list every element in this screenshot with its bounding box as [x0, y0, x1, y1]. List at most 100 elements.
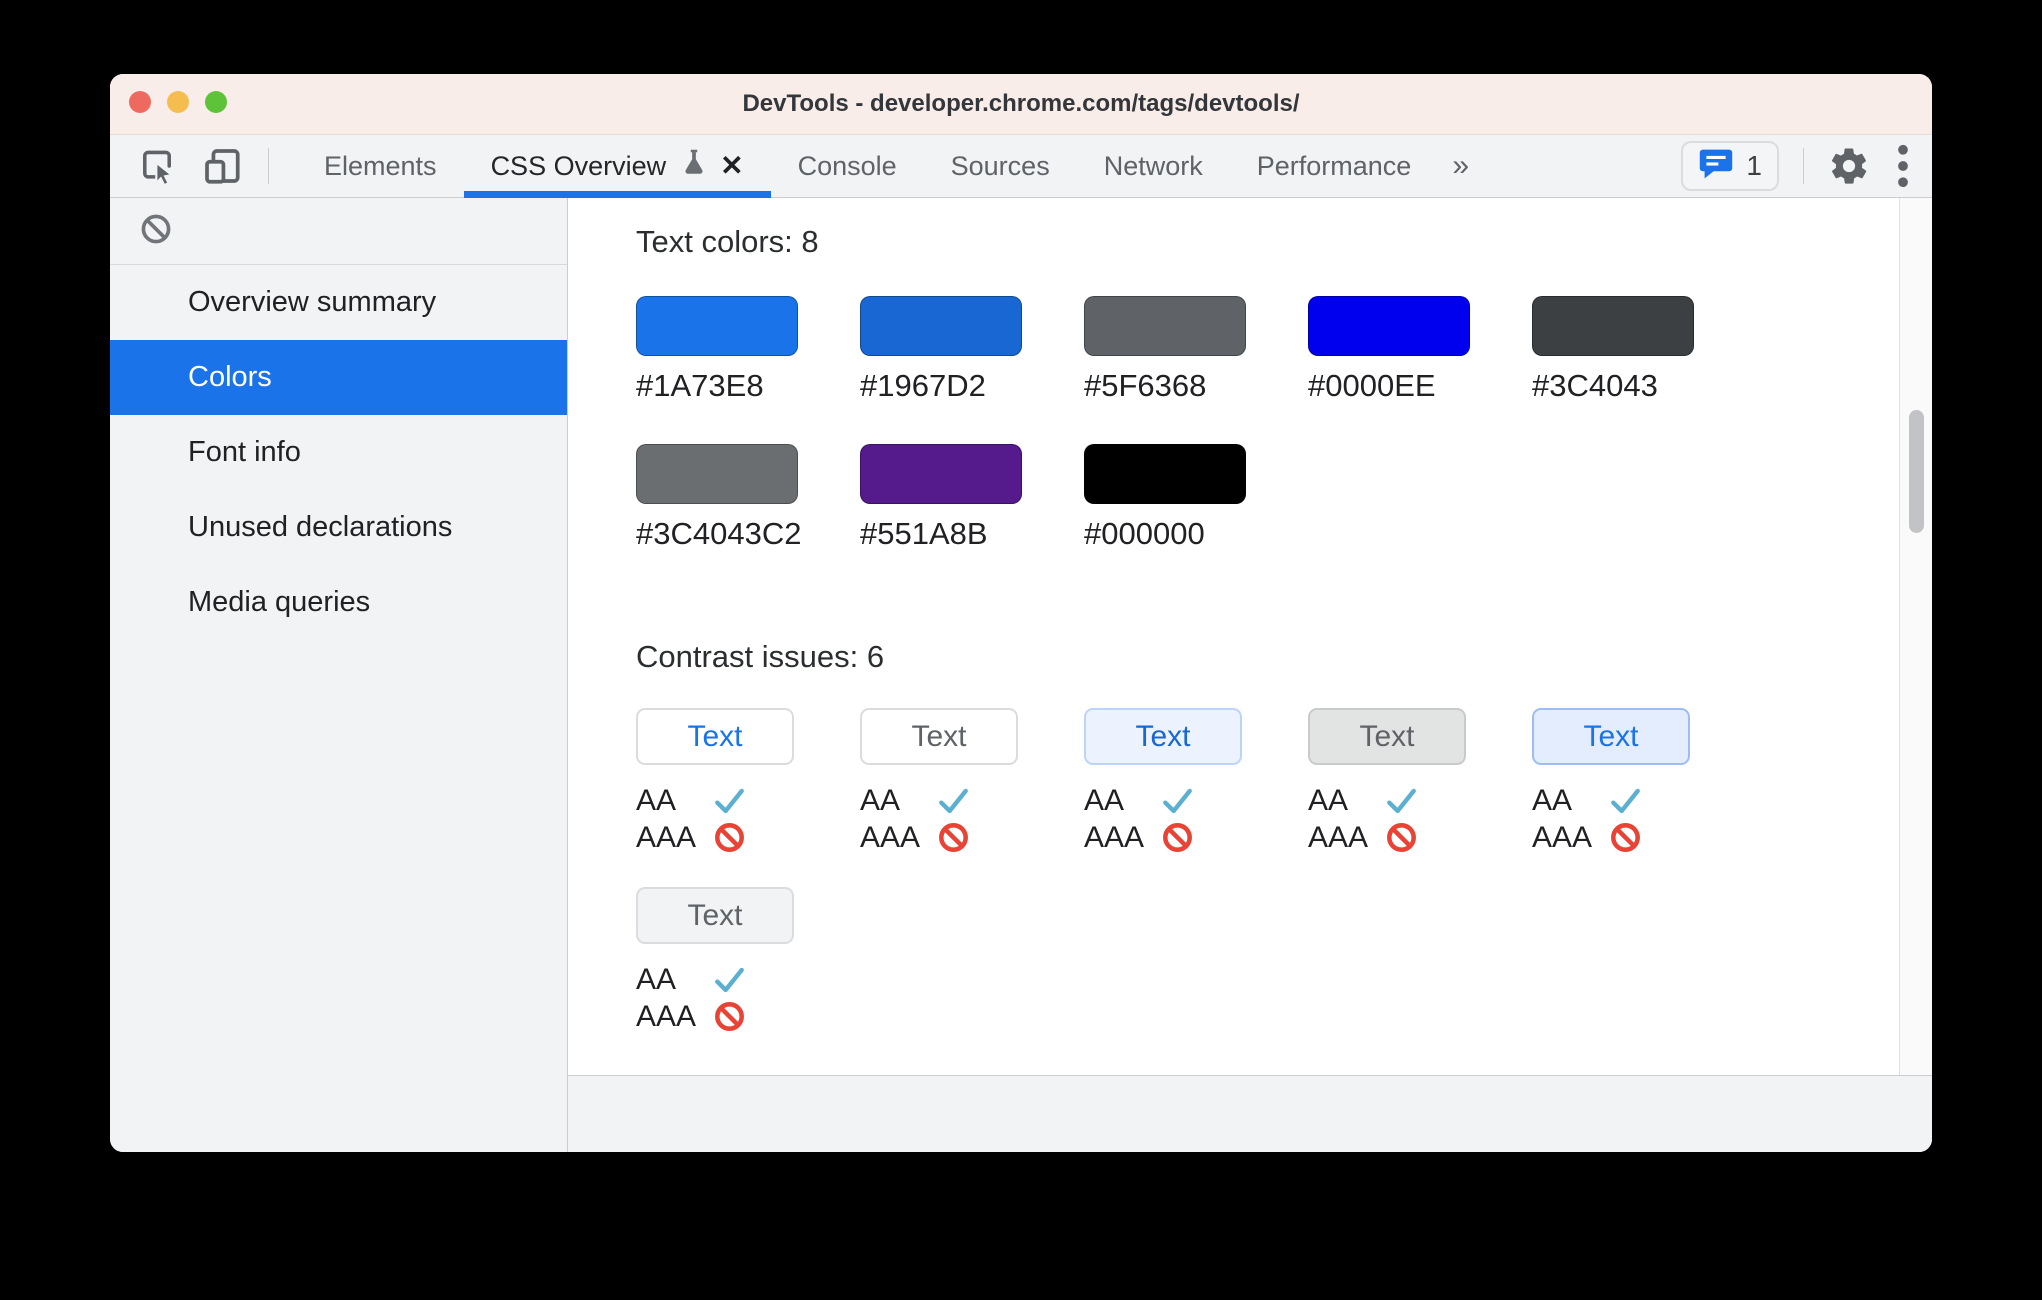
contrast-sample-button[interactable]: Text — [860, 708, 1018, 765]
tab-label: Sources — [950, 150, 1050, 181]
text-colors-heading: Text colors: 8 — [636, 224, 819, 259]
sample-text: Text — [1359, 719, 1415, 753]
contrast-sample-button[interactable]: Text — [1308, 708, 1466, 765]
color-hex-label: #3C4043C2 — [636, 516, 802, 551]
inspect-element-icon[interactable] — [138, 147, 176, 185]
aaa-label: AAA — [1532, 820, 1593, 854]
contrast-sample: Text AA AAA — [1084, 708, 1246, 856]
color-swatch-cell: #551A8B — [860, 444, 1022, 552]
aaa-fail-no-entry-icon — [714, 822, 745, 853]
aa-label: AA — [1084, 783, 1125, 817]
tab-label: Elements — [324, 150, 437, 181]
aa-label: AA — [636, 962, 677, 996]
kebab-menu-icon[interactable] — [1896, 143, 1910, 189]
minimize-window-button[interactable] — [167, 91, 189, 113]
aaa-fail-no-entry-icon — [1610, 822, 1641, 853]
close-tab-icon[interactable]: ✕ — [720, 152, 743, 180]
color-swatch-cell: #5F6368 — [1084, 296, 1246, 404]
settings-gear-icon[interactable] — [1828, 145, 1870, 187]
vertical-scrollbar[interactable] — [1899, 198, 1932, 1075]
tab-console[interactable]: Console — [771, 135, 924, 198]
color-swatch[interactable] — [1532, 296, 1694, 356]
contrast-sample: Text AA AAA — [1532, 708, 1694, 856]
tab-label: CSS Overview — [490, 150, 667, 181]
aa-pass-check-icon — [1162, 787, 1193, 815]
tab-css-overview[interactable]: CSS Overview ✕ — [463, 135, 771, 198]
close-window-button[interactable] — [129, 91, 151, 113]
contrast-sample-button[interactable]: Text — [636, 887, 794, 944]
contrast-sample: Text AA AAA — [636, 887, 798, 1035]
contrast-sample-button[interactable]: Text — [636, 708, 794, 765]
issues-counter-button[interactable]: 1 — [1681, 141, 1779, 191]
aaa-fail-no-entry-icon — [1162, 822, 1193, 853]
color-hex-label: #0000EE — [1308, 368, 1436, 403]
sample-text: Text — [687, 898, 743, 932]
color-swatch-cell: #3C4043 — [1532, 296, 1694, 404]
contrast-issues-heading: Contrast issues: 6 — [636, 639, 885, 674]
tab-elements[interactable]: Elements — [297, 135, 464, 198]
sample-text: Text — [911, 719, 967, 753]
color-swatch[interactable] — [860, 444, 1022, 504]
aa-label: AA — [1532, 783, 1573, 817]
titlebar: DevTools - developer.chrome.com/tags/dev… — [110, 74, 1932, 135]
tab-label: Network — [1103, 150, 1203, 181]
tab-sources[interactable]: Sources — [924, 135, 1077, 198]
tab-performance[interactable]: Performance — [1230, 135, 1439, 198]
sidebar-toolbar — [110, 198, 567, 265]
more-tabs-icon[interactable]: » — [1438, 149, 1483, 183]
sample-text: Text — [1583, 719, 1639, 753]
color-swatch[interactable] — [1084, 296, 1246, 356]
color-hex-label: #3C4043 — [1532, 368, 1658, 403]
toolbar-divider — [268, 148, 269, 184]
sidebar-item-font-info[interactable]: Font info — [110, 415, 567, 490]
sample-text: Text — [1135, 719, 1191, 753]
zoom-window-button[interactable] — [205, 91, 227, 113]
sidebar-nav: Overview summary Colors Font info Unused… — [110, 265, 567, 640]
device-toolbar-icon[interactable] — [202, 146, 242, 186]
color-swatch[interactable] — [1308, 296, 1470, 356]
color-hex-label: #1967D2 — [860, 368, 986, 403]
aa-label: AA — [1308, 783, 1349, 817]
color-swatch-cell: #3C4043C2 — [636, 444, 802, 552]
colors-panel: Text colors: 8 #1A73E8 #1967D2 #5F6368 #… — [568, 198, 1899, 1075]
color-swatch[interactable] — [860, 296, 1022, 356]
sidebar-item-media-queries[interactable]: Media queries — [110, 565, 567, 640]
color-hex-label: #000000 — [1084, 516, 1205, 551]
color-swatch[interactable] — [1084, 444, 1246, 504]
aa-pass-check-icon — [1610, 787, 1641, 815]
contrast-sample-button[interactable]: Text — [1084, 708, 1242, 765]
aa-label: AA — [636, 783, 677, 817]
aaa-label: AAA — [1308, 820, 1369, 854]
color-hex-label: #551A8B — [860, 516, 988, 551]
aa-label: AA — [860, 783, 901, 817]
window-title: DevTools - developer.chrome.com/tags/dev… — [742, 90, 1300, 117]
aaa-label: AAA — [860, 820, 921, 854]
sidebar-item-colors[interactable]: Colors — [110, 340, 567, 415]
traffic-lights — [129, 91, 227, 113]
color-swatch[interactable] — [636, 296, 798, 356]
chat-bubble-icon — [1698, 147, 1734, 186]
contrast-sample: Text AA AAA — [1308, 708, 1470, 856]
color-hex-label: #1A73E8 — [636, 368, 764, 403]
bottom-drawer — [568, 1075, 1932, 1152]
color-hex-label: #5F6368 — [1084, 368, 1207, 403]
aaa-label: AAA — [1084, 820, 1145, 854]
tab-network[interactable]: Network — [1077, 135, 1230, 198]
scrollbar-thumb[interactable] — [1909, 410, 1924, 533]
color-swatch-cell: #000000 — [1084, 444, 1246, 552]
sidebar-item-unused-declarations[interactable]: Unused declarations — [110, 490, 567, 565]
sidebar-item-overview-summary[interactable]: Overview summary — [110, 265, 567, 340]
aaa-label: AAA — [636, 820, 697, 854]
tab-label: Performance — [1256, 150, 1412, 181]
text-colors-grid: #1A73E8 #1967D2 #5F6368 #0000EE #3C4043 … — [636, 296, 1694, 552]
contrast-issues-grid: Text AA AAA Text AA AAA Text AA AAA Text… — [636, 708, 1694, 1035]
clear-overview-icon[interactable] — [140, 213, 172, 250]
aaa-label: AAA — [636, 999, 697, 1033]
devtools-window: DevTools - developer.chrome.com/tags/dev… — [110, 74, 1932, 1152]
contrast-sample: Text AA AAA — [636, 708, 798, 856]
color-swatch[interactable] — [636, 444, 798, 504]
contrast-sample-button[interactable]: Text — [1532, 708, 1690, 765]
devtools-toolbar: Elements CSS Overview ✕ Console Sources … — [110, 135, 1932, 198]
sample-text: Text — [687, 719, 743, 753]
toolbar-divider — [1803, 148, 1804, 184]
